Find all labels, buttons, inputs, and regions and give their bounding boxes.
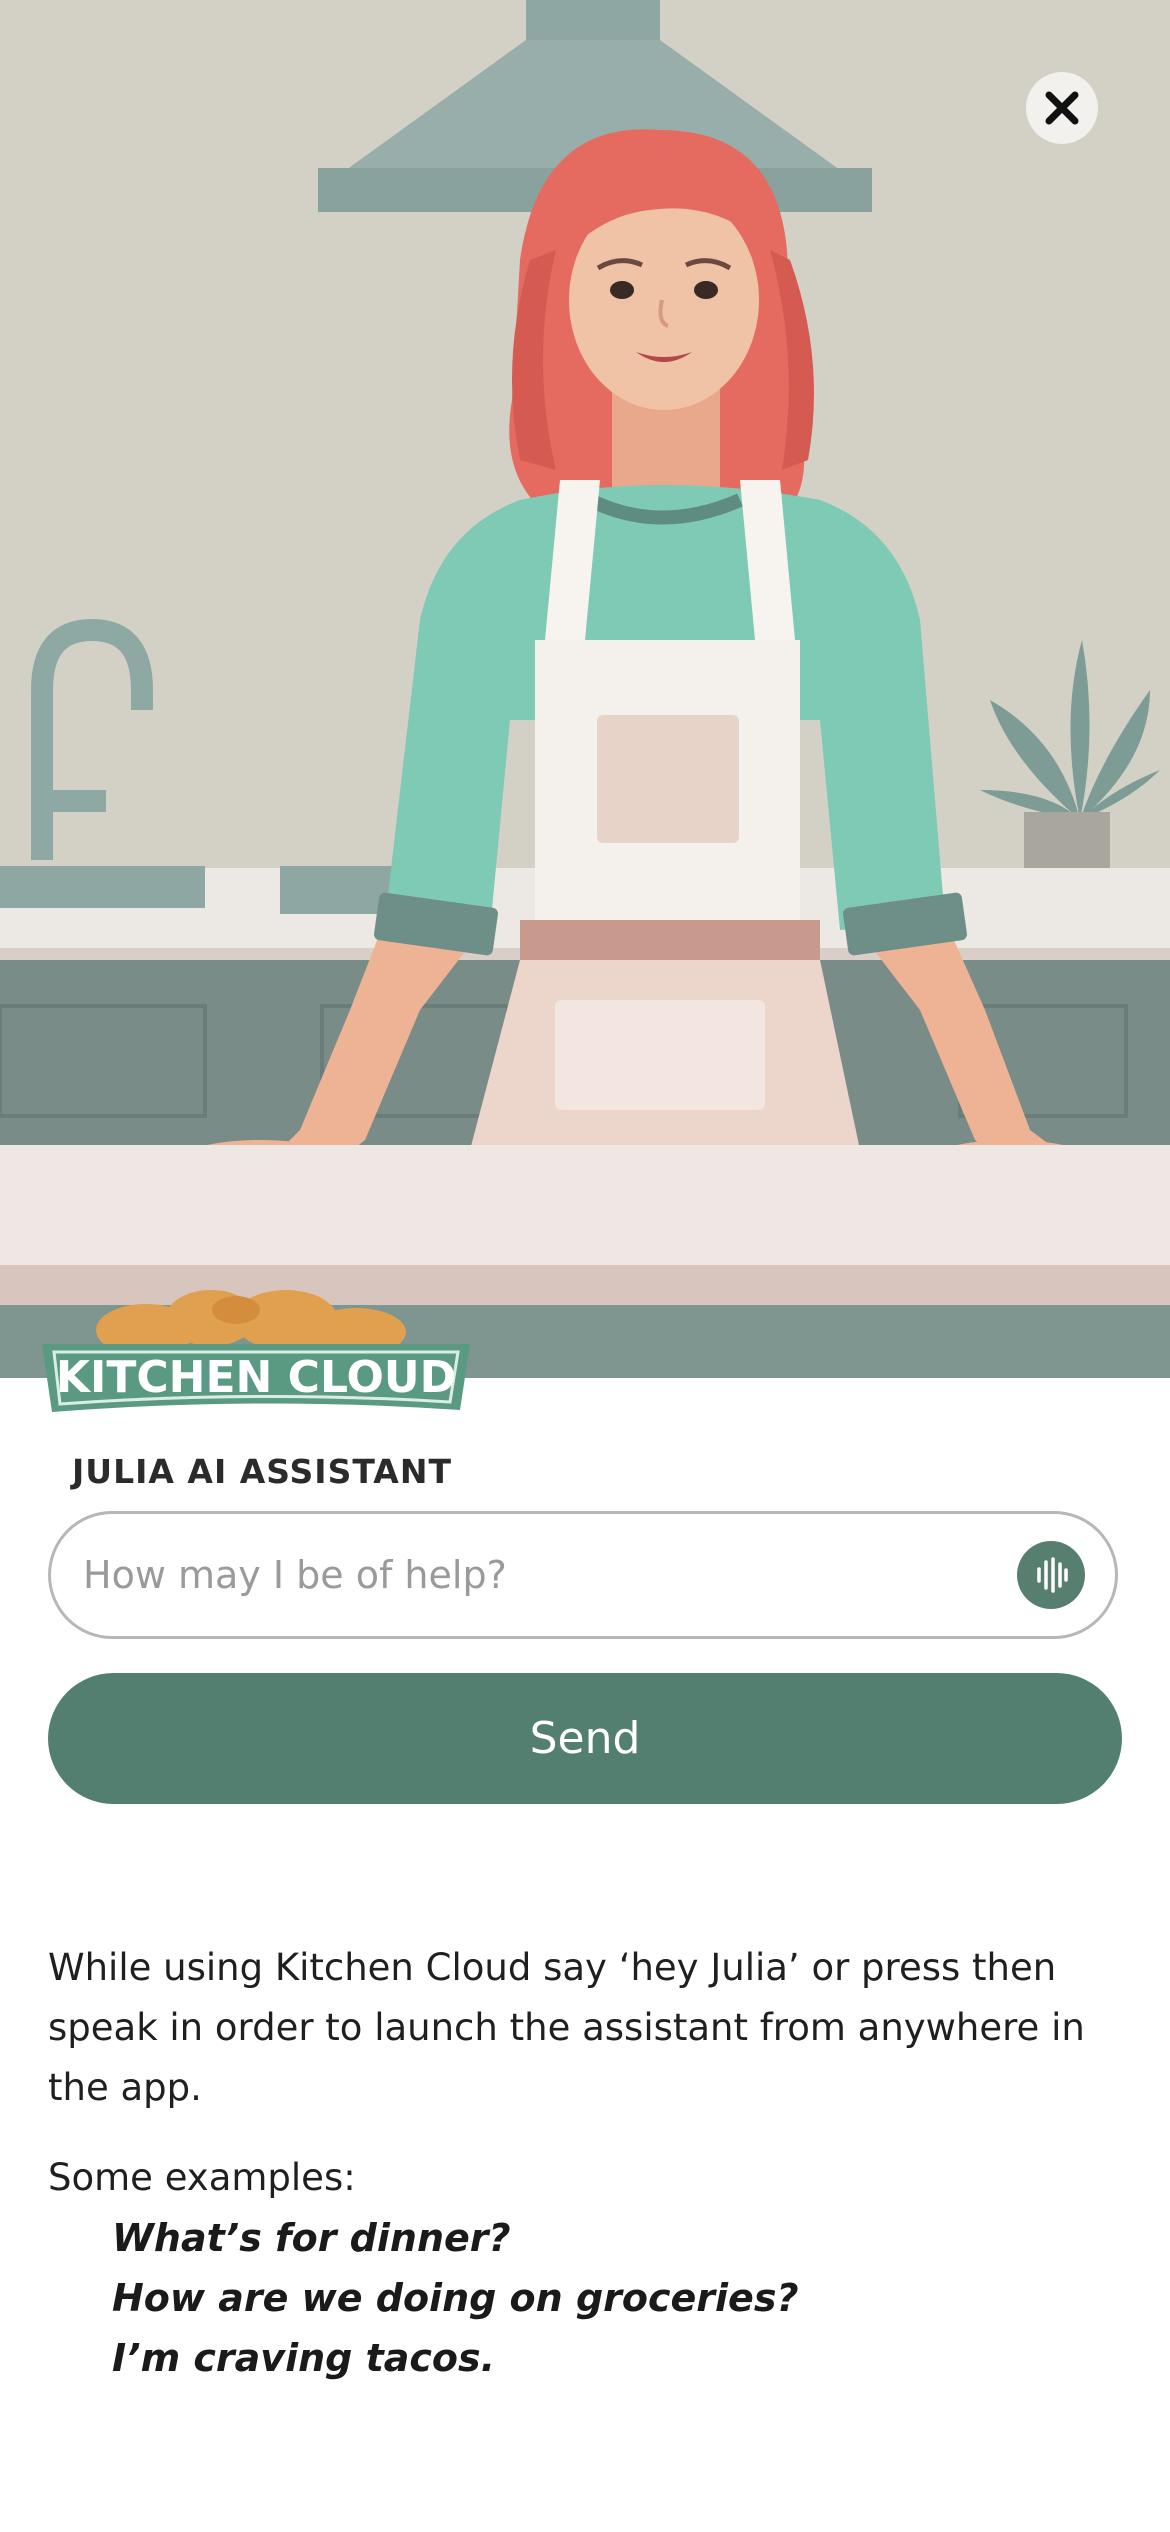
assistant-title: JULIA AI ASSISTANT bbox=[72, 1452, 452, 1491]
close-icon bbox=[1045, 91, 1079, 125]
example-item: What’s for dinner? bbox=[112, 2216, 511, 2260]
voice-waveform-icon bbox=[1037, 1557, 1068, 1593]
close-button[interactable] bbox=[1026, 72, 1098, 144]
example-item: How are we doing on groceries? bbox=[112, 2276, 799, 2320]
hero-illustration bbox=[0, 0, 1170, 1378]
help-section: While using Kitchen Cloud say ‘hey Julia… bbox=[48, 1938, 1128, 2388]
logo-graphic: KITCHEN CLOUD bbox=[42, 1290, 470, 1412]
kitchen-cloud-logo: KITCHEN CLOUD bbox=[36, 1288, 476, 1448]
example-item: I’m craving tacos. bbox=[112, 2336, 496, 2380]
examples-heading: Some examples: bbox=[48, 2156, 356, 2199]
query-input[interactable] bbox=[83, 1514, 983, 1636]
examples-list: What’s for dinner? How are we doing on g… bbox=[48, 2208, 1128, 2388]
send-button[interactable]: Send bbox=[48, 1673, 1122, 1804]
voice-instructions: While using Kitchen Cloud say ‘hey Julia… bbox=[48, 1946, 1085, 2109]
kitchen-assistant-illustration bbox=[0, 0, 1170, 1378]
voice-input-button[interactable] bbox=[1017, 1541, 1085, 1609]
query-field bbox=[48, 1511, 1118, 1639]
logo-text: KITCHEN CLOUD bbox=[56, 1352, 456, 1403]
